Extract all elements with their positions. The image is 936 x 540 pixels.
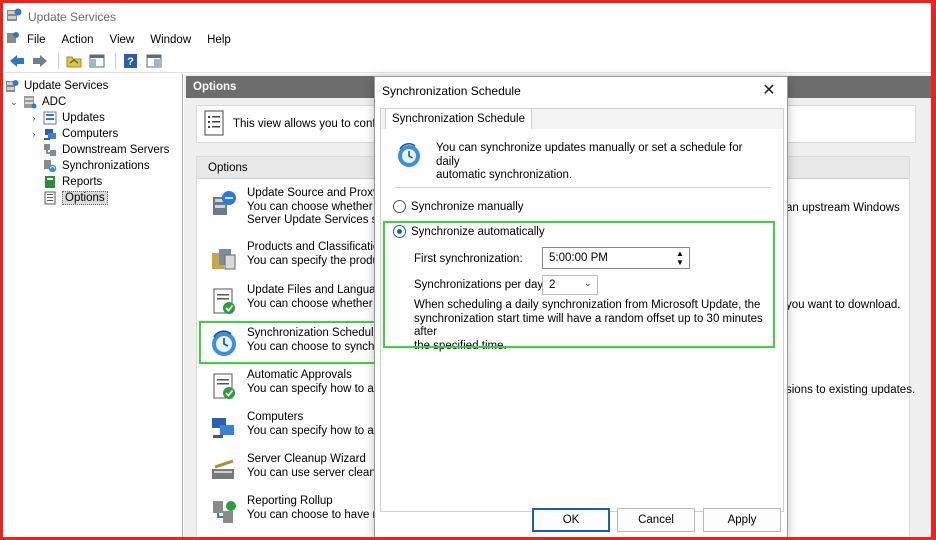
tree-item-label: Downstream Servers [62,144,170,156]
option-title: Update Source and Proxy S [247,187,390,199]
cancel-button[interactable]: Cancel [617,508,695,532]
options-icon [43,191,57,205]
tree-server[interactable]: ⌄ ADC [3,94,182,110]
tree-server-label: ADC [42,96,67,108]
option-description: You can choose to have rep [247,508,390,521]
divider [395,187,771,188]
tree-item-label: Options [62,191,108,205]
folder-icon[interactable] [64,52,84,70]
reports-icon [43,175,57,189]
ok-button[interactable]: OK [532,508,610,532]
option-description: You can specify the produc [247,254,385,267]
dialog-intro: You can synchronize updates manually or … [396,142,756,183]
menu-bar: File Action View Window Help [3,30,931,49]
option-description: You can choose whether th [247,200,386,213]
toolbar: ? [3,49,931,73]
menu-view[interactable]: View [110,34,135,46]
radio-sync-manually[interactable]: Synchronize manually [393,200,524,213]
back-icon[interactable] [7,52,27,70]
forward-icon[interactable] [30,52,50,70]
tree-item-options[interactable]: Options [3,190,182,206]
tree-item-label: Computers [62,128,119,140]
help-icon[interactable]: ? [121,52,141,70]
option-title: Automatic Approvals [247,369,352,381]
document-icon [203,110,225,139]
properties-icon[interactable] [144,52,164,70]
tree-item-reports[interactable]: Reports [3,174,182,190]
updates-icon [43,111,57,125]
update-files-icon [209,286,239,316]
products-icon [209,243,239,273]
option-description-overflow: you want to download. [786,299,901,311]
highlight-box [383,221,775,348]
option-title: Products and Classification [247,241,386,253]
tree-item-label: Updates [62,112,105,124]
radio-label: Synchronize manually [411,200,524,213]
highlight-box [199,321,376,364]
computers-icon [43,127,57,141]
intro-text: You can synchronize updates manually or … [436,142,743,168]
dialog-tab-control: Synchronization Schedule You can synchro… [380,108,784,512]
sync-schedule-dialog: Synchronization Schedule ✕ Synchronizati… [374,76,788,537]
option-description: You can specify how to ass [247,424,386,437]
option-title: Reporting Rollup [247,495,333,507]
menu-help[interactable]: Help [207,34,231,46]
option-description: Server Update Services serv [247,214,394,226]
menu-file[interactable]: File [27,34,46,46]
option-description-overflow: sions to existing updates. [786,384,916,396]
tab-body: You can synchronize updates manually or … [381,129,783,511]
app-icon [6,7,22,26]
tab-synchronization-schedule[interactable]: Synchronization Schedule [385,108,532,129]
show-hide-tree-icon[interactable] [87,52,107,70]
window-title: Update Services [28,9,117,24]
intro-text: automatic synchronization. [436,169,573,181]
menu-action[interactable]: Action [62,34,94,46]
automatic-approvals-icon [209,371,239,401]
chevron-down-icon[interactable]: ⌄ [9,97,19,108]
tree-item-updates[interactable]: › Updates [3,110,182,126]
option-title: Computers [247,411,304,423]
screenshot-frame: Update Services File Action View Window … [0,0,936,540]
option-description: You can use server cleanup [247,466,389,479]
chevron-right-icon[interactable]: › [29,113,39,123]
title-bar: Update Services [3,3,931,30]
apply-button[interactable]: Apply [703,508,781,532]
option-description-overflow: an upstream Windows [786,202,900,214]
tree-root-label: Update Services [24,80,109,92]
svg-text:?: ? [127,56,134,68]
radio-button[interactable] [393,200,406,213]
tree-item-label: Synchronizations [62,160,150,172]
server-icon [23,95,37,109]
dialog-title: Synchronization Schedule [382,84,521,98]
tree-item-downstream-servers[interactable]: Downstream Servers [3,142,182,158]
tree-item-synchronizations[interactable]: Synchronizations [3,158,182,174]
tree-root[interactable]: Update Services [3,78,182,94]
chevron-right-icon[interactable]: › [29,129,39,139]
option-description: You can specify how to au [247,382,381,395]
option-description: You can choose whether to [247,297,386,310]
info-text: This view allows you to configu [233,118,391,130]
synchronizations-icon [43,159,57,173]
close-icon[interactable]: ✕ [759,81,779,101]
console-tree: Update Services ⌄ ADC › Updates › Comput… [3,74,183,537]
downstream-servers-icon [43,143,57,157]
dialog-title-bar: Synchronization Schedule ✕ [375,77,787,105]
toolbar-separator [115,52,116,69]
option-title: Server Cleanup Wizard [247,453,366,465]
sync-icon [396,142,422,183]
cleanup-wizard-icon [209,455,239,485]
reporting-rollup-icon [209,497,239,527]
computers-option-icon [209,413,239,443]
option-title: Update Files and Language [247,284,389,296]
tree-item-label: Reports [62,176,103,188]
toolbar-separator [58,52,59,69]
wsus-icon [5,79,19,93]
menu-window[interactable]: Window [150,34,191,46]
window-menu-icon[interactable] [6,31,20,48]
tree-item-computers[interactable]: › Computers [3,126,182,142]
update-source-icon [209,189,239,219]
